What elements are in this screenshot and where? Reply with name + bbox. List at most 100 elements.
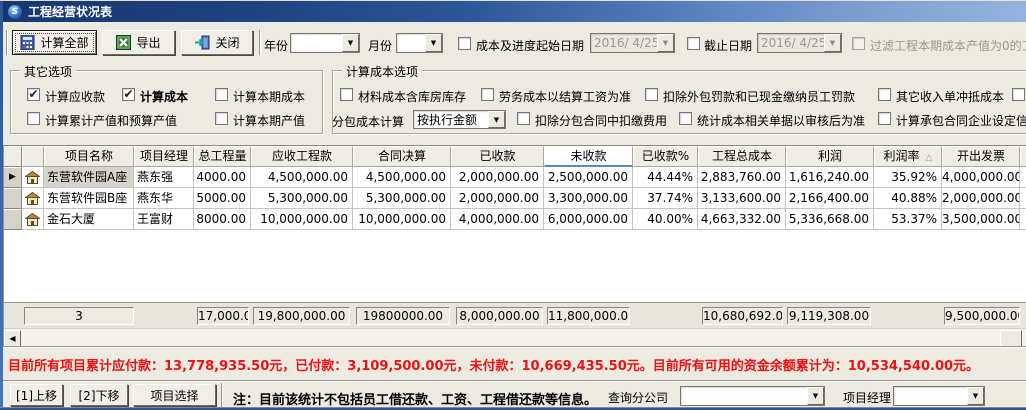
export-button[interactable]: 导出 <box>102 30 175 55</box>
start-date-checkbox[interactable] <box>458 37 471 50</box>
cell-invoice[interactable]: 4,000,000.00 <box>942 167 1020 188</box>
chevron-down-icon[interactable]: ▼ <box>488 111 505 128</box>
calc-all-button[interactable]: 计算全部 <box>12 30 97 55</box>
calc-receivable-checkbox[interactable]: ✔ <box>27 88 40 101</box>
cell-received-pct[interactable]: 44.44% <box>633 167 698 188</box>
chevron-down-icon[interactable]: ▼ <box>425 34 442 52</box>
column-header-invoice[interactable]: 开出发票 <box>942 146 1020 167</box>
cell-project-manager[interactable]: 燕东强 <box>134 167 194 188</box>
row-selector[interactable] <box>4 188 22 209</box>
project-select-button[interactable]: 项目选择 <box>133 384 216 406</box>
column-header-icon[interactable] <box>22 146 44 167</box>
column-header-profit-rate[interactable]: 利润率△ <box>874 146 942 167</box>
column-header-profit[interactable]: 利润 <box>786 146 874 167</box>
cell-total-quantity[interactable]: 8000.00 <box>194 209 251 230</box>
column-header-received[interactable]: 已收款 <box>451 146 544 167</box>
column-header-project-manager[interactable]: 项目经理 <box>134 146 194 167</box>
cell-total-quantity[interactable]: 4000.00 <box>194 167 251 188</box>
subcontract-cost-combobox[interactable]: 按执行金额 ▼ <box>413 110 506 129</box>
clipped-checkbox[interactable] <box>1012 88 1025 101</box>
material-cost-checkbox[interactable] <box>340 88 353 101</box>
start-date-picker[interactable]: 2016/ 4/25 ▼ <box>590 33 675 53</box>
move-up-button[interactable]: [1]上移 <box>10 384 63 406</box>
column-header-clipped[interactable]: 应 <box>1020 146 1026 167</box>
cell-received[interactable]: 2,000,000.00 <box>451 167 544 188</box>
sort-icon[interactable]: △ <box>926 153 933 163</box>
column-header-receivable[interactable]: 应收工程款 <box>251 146 353 167</box>
cell-unreceived[interactable]: 3,300,000.00 <box>544 188 633 209</box>
cell-profit[interactable]: 2,166,400.00 <box>786 188 874 209</box>
scroll-left-button[interactable]: ◀ <box>4 330 21 346</box>
cell-total-cost[interactable]: 2,883,760.00 <box>698 167 786 188</box>
column-header-total-quantity[interactable]: 总工程量 <box>194 146 251 167</box>
cell-profit-rate[interactable]: 40.88% <box>874 188 942 209</box>
end-date-checkbox[interactable] <box>687 37 700 50</box>
column-header-project-name[interactable]: 项目名称 <box>44 146 134 167</box>
cell-invoice[interactable]: 3,500,000.00 <box>942 209 1020 230</box>
year-combobox[interactable]: ▼ <box>290 33 360 53</box>
row-selector[interactable]: ▶ <box>4 167 22 188</box>
cell-total-cost[interactable]: 3,133,600.00 <box>698 188 786 209</box>
grid-empty-area <box>4 230 1026 302</box>
cell-project-manager[interactable]: 王富财 <box>134 209 194 230</box>
labor-cost-checkbox[interactable] <box>481 88 494 101</box>
cell-receivable[interactable]: 10,000,000.00 <box>251 209 353 230</box>
column-header-unreceived[interactable]: 未收款 <box>544 146 633 167</box>
cell-clipped[interactable] <box>1020 209 1026 230</box>
cell-project-name[interactable]: 东营软件园B座 <box>44 188 134 209</box>
cell-received-pct[interactable]: 37.74% <box>633 188 698 209</box>
cell-clipped[interactable] <box>1020 167 1026 188</box>
cell-profit[interactable]: 1,616,240.00 <box>786 167 874 188</box>
table-row[interactable]: 金石大厦 王富财 8000.00 10,000,000.00 10,000,00… <box>4 209 1026 230</box>
cell-invoice[interactable]: 2,000,000.00 <box>942 188 1020 209</box>
other-income-offset-checkbox[interactable] <box>878 88 891 101</box>
column-header-total-cost[interactable]: 工程总成本 <box>698 146 786 167</box>
cell-unreceived[interactable]: 2,500,000.00 <box>544 167 633 188</box>
chevron-down-icon[interactable]: ▼ <box>342 34 359 52</box>
deduct-subcontract-fee-checkbox[interactable] <box>517 112 530 125</box>
table-row[interactable]: 东营软件园B座 燕东华 5000.00 5,300,000.00 5,300,0… <box>4 188 1026 209</box>
cell-total-cost[interactable]: 4,663,332.00 <box>698 209 786 230</box>
cell-receivable[interactable]: 4,500,000.00 <box>251 167 353 188</box>
deduct-fines-checkbox[interactable] <box>645 88 658 101</box>
horizontal-scrollbar[interactable]: ◀ <box>4 328 1026 346</box>
title-bar[interactable]: S 工程经营状况表 <box>0 1 1026 22</box>
cell-profit-rate[interactable]: 53.37% <box>874 209 942 230</box>
cell-unreceived[interactable]: 6,000,000.00 <box>544 209 633 230</box>
contract-enterprise-checkbox[interactable] <box>878 112 891 125</box>
cell-project-name[interactable]: 东营软件园A座 <box>44 167 134 188</box>
calc-cumulative-output-checkbox[interactable] <box>27 112 40 125</box>
manager-combobox[interactable]: ▼ <box>893 386 985 406</box>
branch-combobox[interactable]: ▼ <box>680 386 825 406</box>
calc-period-output-checkbox[interactable] <box>215 112 228 125</box>
cell-project-manager[interactable]: 燕东华 <box>134 188 194 209</box>
table-row[interactable]: ▶ 东营软件园A座 燕东强 4000.00 4,500,000.00 4,500… <box>4 167 1026 188</box>
close-button[interactable]: 关闭 <box>181 30 253 55</box>
column-header-settlement[interactable]: 合同决算 <box>353 146 451 167</box>
calc-cost-checkbox[interactable]: ✔ <box>122 88 135 101</box>
column-header-received-pct[interactable]: 已收款% <box>633 146 698 167</box>
cell-profit[interactable]: 5,336,668.00 <box>786 209 874 230</box>
cell-settlement[interactable]: 10,000,000.00 <box>353 209 451 230</box>
cell-received[interactable]: 4,000,000.00 <box>451 209 544 230</box>
cell-total-quantity[interactable]: 5000.00 <box>194 188 251 209</box>
month-combobox[interactable]: ▼ <box>396 33 443 53</box>
toolbar-grip[interactable] <box>6 30 8 55</box>
cell-received[interactable]: 2,000,000.00 <box>451 188 544 209</box>
end-date-picker[interactable]: 2016/ 4/25 ▼ <box>757 33 842 53</box>
chevron-down-icon[interactable]: ▼ <box>967 387 984 405</box>
cell-settlement[interactable]: 4,500,000.00 <box>353 167 451 188</box>
cell-receivable[interactable]: 5,300,000.00 <box>251 188 353 209</box>
scroll-thumb[interactable] <box>1000 330 1022 346</box>
cell-clipped[interactable] <box>1020 188 1026 209</box>
cell-project-name[interactable]: 金石大厦 <box>44 209 134 230</box>
cell-profit-rate[interactable]: 35.92% <box>874 167 942 188</box>
row-selector[interactable] <box>4 209 22 230</box>
cell-received-pct[interactable]: 40.00% <box>633 209 698 230</box>
cell-settlement[interactable]: 5,300,000.00 <box>353 188 451 209</box>
calc-period-cost-checkbox[interactable] <box>215 88 228 101</box>
chevron-down-icon[interactable]: ▼ <box>807 387 824 405</box>
move-down-button[interactable]: [2]下移 <box>70 384 128 406</box>
select-all-corner[interactable] <box>4 146 22 167</box>
audited-docs-checkbox[interactable] <box>679 112 692 125</box>
